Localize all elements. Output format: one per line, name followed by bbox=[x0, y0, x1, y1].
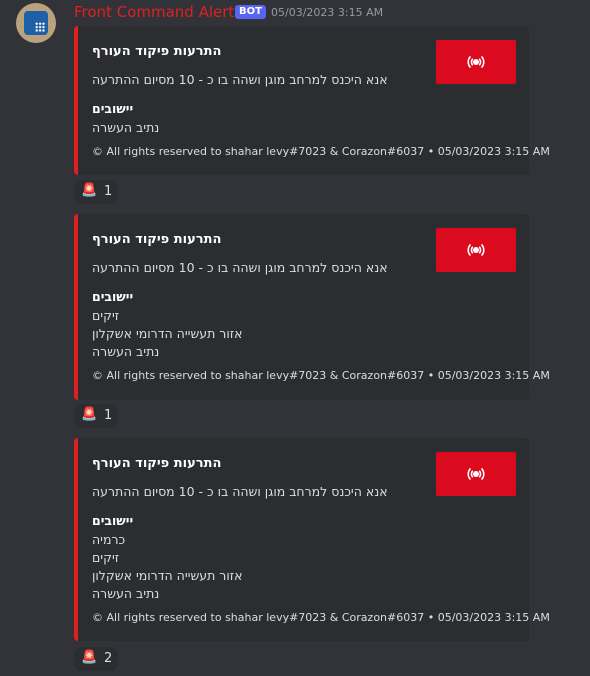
field-values: כרמיה זיקים אזור תעשייה הדרומי אשקלון נת… bbox=[92, 531, 242, 603]
embed-title: התרעות פיקוד העורף bbox=[92, 44, 222, 59]
rotating-light-icon: 🚨 bbox=[81, 407, 98, 422]
field-name: יישובים bbox=[92, 101, 134, 116]
alert-embed: התרעות פיקוד העורף אנא היכנס למרחב מוגן … bbox=[74, 26, 550, 175]
embed-thumbnail[interactable] bbox=[436, 452, 516, 496]
embed-thumbnail[interactable] bbox=[436, 40, 516, 84]
field-value: נתיב העשרה bbox=[92, 586, 160, 601]
field-value: כרמיה bbox=[92, 532, 126, 547]
field-value: נתיב העשרה bbox=[92, 120, 160, 135]
field-values: נתיב העשרה bbox=[92, 119, 159, 137]
embed-thumbnail[interactable] bbox=[436, 228, 516, 272]
reaction-button[interactable]: 🚨 2 bbox=[74, 647, 118, 671]
field-value: זיקים bbox=[92, 550, 120, 565]
reaction-count: 1 bbox=[104, 184, 113, 199]
bot-avatar[interactable] bbox=[16, 3, 56, 43]
embed-title: התרעות פיקוד העורף bbox=[92, 232, 222, 247]
siren-icon bbox=[467, 243, 485, 257]
avatar-logo-icon bbox=[24, 11, 48, 35]
embed-footer: © All rights reserved to shahar levy#702… bbox=[92, 369, 550, 382]
field-name: יישובים bbox=[92, 513, 134, 528]
message-header: Front Command Alerts BOT 05/03/2023 3:15… bbox=[0, 0, 590, 43]
reaction-button[interactable]: 🚨 1 bbox=[74, 180, 118, 204]
field-name: יישובים bbox=[92, 289, 134, 304]
embed-description: אנא היכנס למרחב מוגן ושהה בו כ - 10 מסיו… bbox=[92, 72, 388, 87]
rotating-light-icon: 🚨 bbox=[81, 650, 98, 665]
field-value: אזור תעשייה הדרומי אשקלון bbox=[92, 568, 243, 583]
message-timestamp[interactable]: 05/03/2023 3:15 AM bbox=[271, 6, 383, 19]
field-value: נתיב העשרה bbox=[92, 344, 160, 359]
reaction-count: 1 bbox=[104, 408, 113, 423]
embed-footer: © All rights reserved to shahar levy#702… bbox=[92, 145, 550, 158]
embed-description: אנא היכנס למרחב מוגן ושהה בו כ - 10 מסיו… bbox=[92, 260, 388, 275]
alert-embed: התרעות פיקוד העורף אנא היכנס למרחב מוגן … bbox=[74, 214, 550, 400]
embed-title: התרעות פיקוד העורף bbox=[92, 456, 222, 471]
embed-description: אנא היכנס למרחב מוגן ושהה בו כ - 10 מסיו… bbox=[92, 484, 388, 499]
field-value: זיקים bbox=[92, 308, 120, 323]
reaction-button[interactable]: 🚨 1 bbox=[74, 404, 118, 428]
bot-badge: BOT bbox=[235, 5, 266, 19]
siren-icon bbox=[467, 467, 485, 481]
reaction-count: 2 bbox=[104, 651, 113, 666]
siren-icon bbox=[467, 55, 485, 69]
alert-embed: התרעות פיקוד העורף אנא היכנס למרחב מוגן … bbox=[74, 438, 550, 641]
embed-footer: © All rights reserved to shahar levy#702… bbox=[92, 611, 550, 624]
field-values: זיקים אזור תעשייה הדרומי אשקלון נתיב העש… bbox=[92, 307, 242, 361]
username[interactable]: Front Command Alerts bbox=[74, 3, 242, 21]
field-value: אזור תעשייה הדרומי אשקלון bbox=[92, 326, 243, 341]
rotating-light-icon: 🚨 bbox=[81, 183, 98, 198]
